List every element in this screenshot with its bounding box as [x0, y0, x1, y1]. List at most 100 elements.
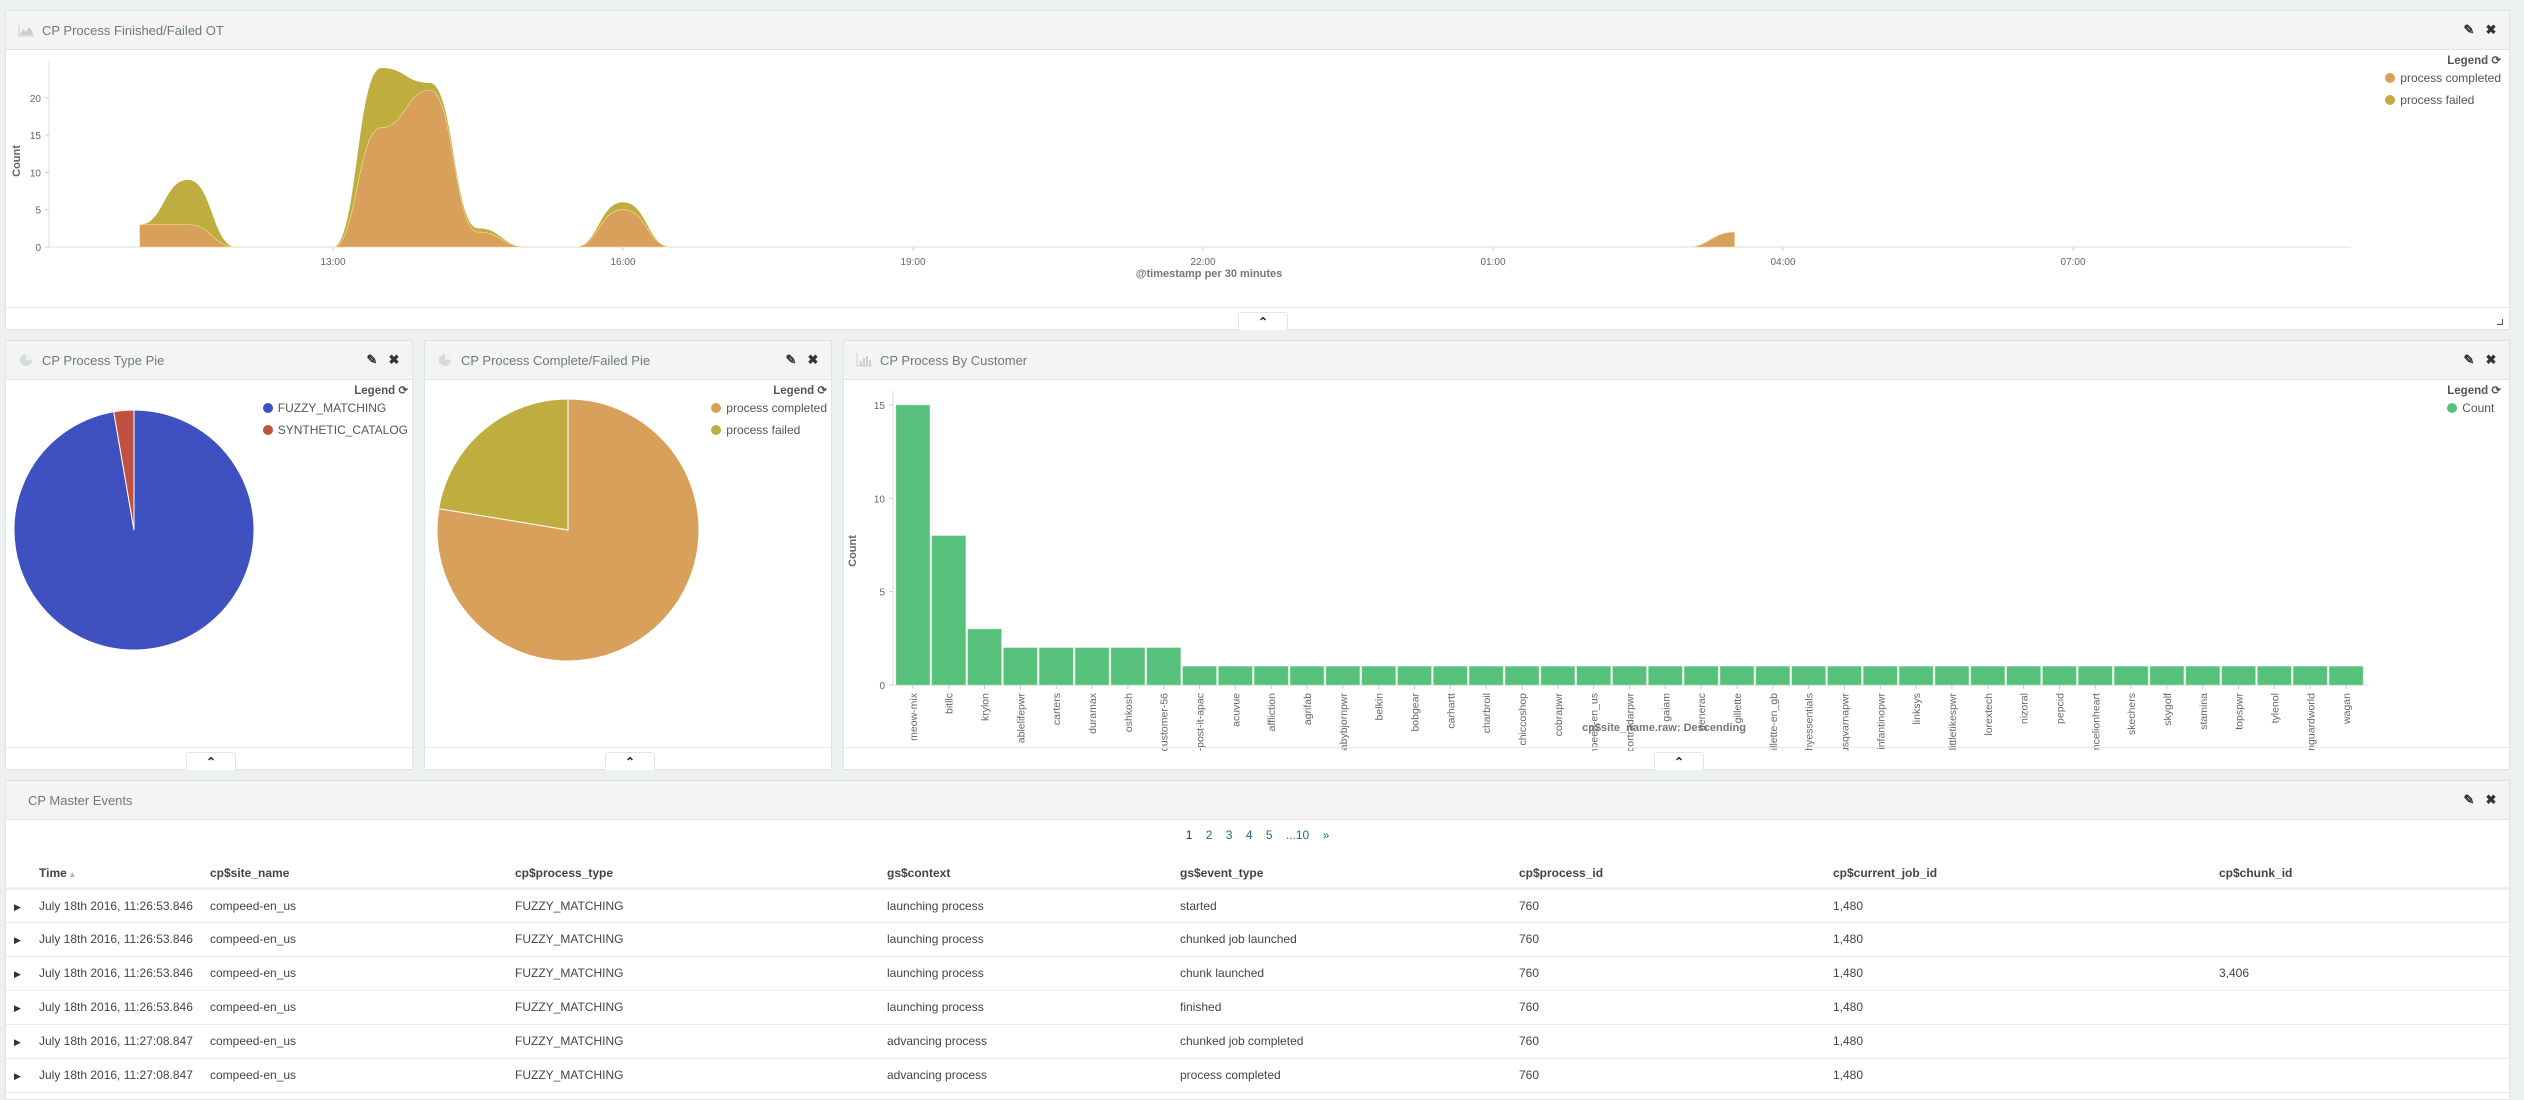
table-cell-gs-context: launching process: [887, 990, 1180, 1025]
page-link[interactable]: 5: [1266, 828, 1273, 842]
caret-right-icon[interactable]: ▶: [6, 969, 21, 979]
bar-linksys: [1898, 666, 1934, 686]
legend-dot: [2385, 73, 2396, 83]
legend-item-completed[interactable]: process completed: [2385, 71, 2501, 85]
table-cell-cp-site-name: compeed-en_us: [210, 922, 515, 957]
x-tick-label: wagan: [2341, 693, 2353, 725]
close-icon[interactable]: ✖: [2485, 22, 2497, 37]
chevron-up-icon[interactable]: ⌃: [605, 752, 655, 770]
legend-item-completed[interactable]: process completed: [711, 401, 827, 415]
page-link[interactable]: ...10: [1286, 828, 1309, 842]
panel-process-type-pie: CP Process Type Pie ✎ ✖ Legend ⟳ FUZZY_M…: [5, 340, 413, 770]
panel-title: CP Process Complete/Failed Pie: [461, 352, 651, 368]
legend: Legend ⟳ Count: [2447, 383, 2501, 423]
column-header[interactable]: cp$process_type: [515, 860, 887, 890]
caret-right-icon[interactable]: ▶: [6, 1037, 21, 1047]
pencil-icon[interactable]: ✎: [2463, 792, 2475, 807]
x-tick-label: charbroil: [1481, 693, 1493, 733]
bar-skygolf: [2149, 666, 2185, 686]
legend-dot: [2447, 403, 2458, 413]
bar-charbroil: [1469, 666, 1504, 686]
bar-topspwr: [2221, 666, 2256, 686]
column-header[interactable]: gs$event_type: [1180, 860, 1519, 890]
chevron-up-icon[interactable]: ⌃: [186, 752, 236, 770]
y-tick-label: 0: [879, 681, 885, 692]
table-cell-cp-process-id: 760: [1519, 1024, 1833, 1059]
page-link[interactable]: 2: [1206, 828, 1213, 842]
sort-asc-icon[interactable]: ▴: [70, 869, 75, 879]
table-cell-time: July 18th 2016, 11:26:53.846: [39, 922, 210, 957]
close-icon[interactable]: ✖: [2485, 792, 2497, 807]
column-header[interactable]: cp$chunk_id: [2219, 860, 2509, 890]
legend-dot: [711, 425, 722, 435]
x-tick-label: bitllc: [944, 693, 956, 714]
x-tick-label: agrifab: [1302, 693, 1314, 725]
caret-right-icon[interactable]: ▶: [6, 1071, 21, 1081]
legend-toggle[interactable]: Legend ⟳: [2385, 53, 2501, 67]
legend-toggle[interactable]: Legend ⟳: [263, 383, 408, 397]
close-icon[interactable]: ✖: [2485, 352, 2497, 367]
legend-dot: [262, 403, 273, 413]
table-cell-gs-event-type: chunked job launched: [1180, 922, 1519, 957]
x-tick-label: pepcid: [2054, 693, 2066, 724]
x-tick-label: 22:00: [1190, 257, 1215, 268]
caret-right-icon[interactable]: ▶: [6, 902, 21, 912]
pencil-icon[interactable]: ✎: [785, 352, 797, 367]
column-header[interactable]: cp$current_job_id: [1833, 860, 2219, 890]
circle-arrow-icon: ⟳: [817, 385, 827, 397]
legend-dot: [2385, 95, 2396, 105]
pie-slice-process-failed: [438, 398, 569, 531]
page-link[interactable]: 3: [1226, 828, 1233, 842]
column-header[interactable]: gs$context: [887, 860, 1180, 890]
legend-item-count[interactable]: Count: [2447, 401, 2501, 415]
y-tick-label: 5: [35, 206, 41, 217]
close-icon[interactable]: ✖: [807, 352, 819, 367]
pencil-icon[interactable]: ✎: [366, 352, 378, 367]
x-tick-label: gaiam: [1660, 693, 1672, 722]
column-header[interactable]: cp$site_name: [210, 860, 515, 890]
legend-toggle[interactable]: Legend ⟳: [2447, 383, 2501, 397]
legend-item-fuzzy[interactable]: FUZZY_MATCHING: [262, 401, 408, 415]
table-row: ▶ July 18th 2016, 11:27:08.847 compeed-en_…: [6, 1024, 2509, 1059]
table-cell-time: July 18th 2016, 11:27:08.847: [39, 1024, 210, 1059]
caret-right-icon[interactable]: ▶: [6, 1003, 21, 1013]
table-cell-cp-process-id: 760: [1519, 990, 1833, 1025]
x-tick-label: skechers: [2126, 693, 2138, 735]
caret-right-icon[interactable]: ▶: [6, 935, 21, 945]
table-cell-cp-chunk-id: [2219, 990, 2509, 1025]
column-header-time[interactable]: Time ▴: [39, 860, 210, 890]
bar-bobgear: [1397, 666, 1432, 686]
x-tick-label: skygolf: [2162, 693, 2174, 726]
column-header[interactable]: cp$process_id: [1519, 860, 1833, 890]
chevron-up-icon[interactable]: ⌃: [1654, 752, 1704, 770]
x-tick-label: chiccoshop: [1517, 693, 1529, 746]
page-link[interactable]: 4: [1246, 828, 1253, 842]
chevron-up-icon[interactable]: ⌃: [1238, 312, 1288, 330]
pencil-icon[interactable]: ✎: [2463, 352, 2475, 367]
bar-carhartt: [1433, 666, 1468, 686]
legend: Legend ⟳ FUZZY_MATCHING SYNTHETIC_CATALO…: [262, 383, 408, 445]
legend-item-failed[interactable]: process failed: [711, 423, 827, 437]
table-row: ▶ July 18th 2016, 11:26:53.846 compeed-en_…: [6, 990, 2509, 1025]
bar-cobrapwr: [1540, 666, 1576, 686]
table-cell-cp-process-type: FUZZY_MATCHING: [515, 1024, 887, 1059]
table-cell-cp-process-type: FUZZY_MATCHING: [515, 888, 887, 923]
legend-item-failed[interactable]: process failed: [2385, 93, 2501, 107]
resize-handle[interactable]: [2497, 319, 2503, 325]
table-header-row: Time ▴ cp$site_name cp$process_type gs$c…: [6, 860, 2509, 890]
pencil-icon[interactable]: ✎: [2463, 22, 2475, 37]
table-cell-cp-site-name: compeed-en_us: [210, 956, 515, 991]
x-tick-label: topspwr: [2234, 692, 2246, 729]
circle-arrow-icon: ⟳: [2491, 55, 2501, 67]
legend-item-synthetic[interactable]: SYNTHETIC_CATALOG: [262, 423, 408, 437]
page-next[interactable]: »: [1323, 828, 1330, 842]
table-cell-time: July 18th 2016, 11:26:53.846: [39, 990, 210, 1025]
bar-ablelifepwr: [1003, 647, 1038, 686]
table-cell-cp-process-id: 760: [1519, 888, 1833, 923]
y-tick-label: 10: [30, 168, 42, 179]
close-icon[interactable]: ✖: [388, 352, 400, 367]
legend-dot: [262, 425, 273, 435]
bar-belkin: [1361, 666, 1396, 686]
legend-toggle[interactable]: Legend ⟳: [711, 383, 827, 397]
x-tick-label: meow-mix: [908, 692, 920, 741]
